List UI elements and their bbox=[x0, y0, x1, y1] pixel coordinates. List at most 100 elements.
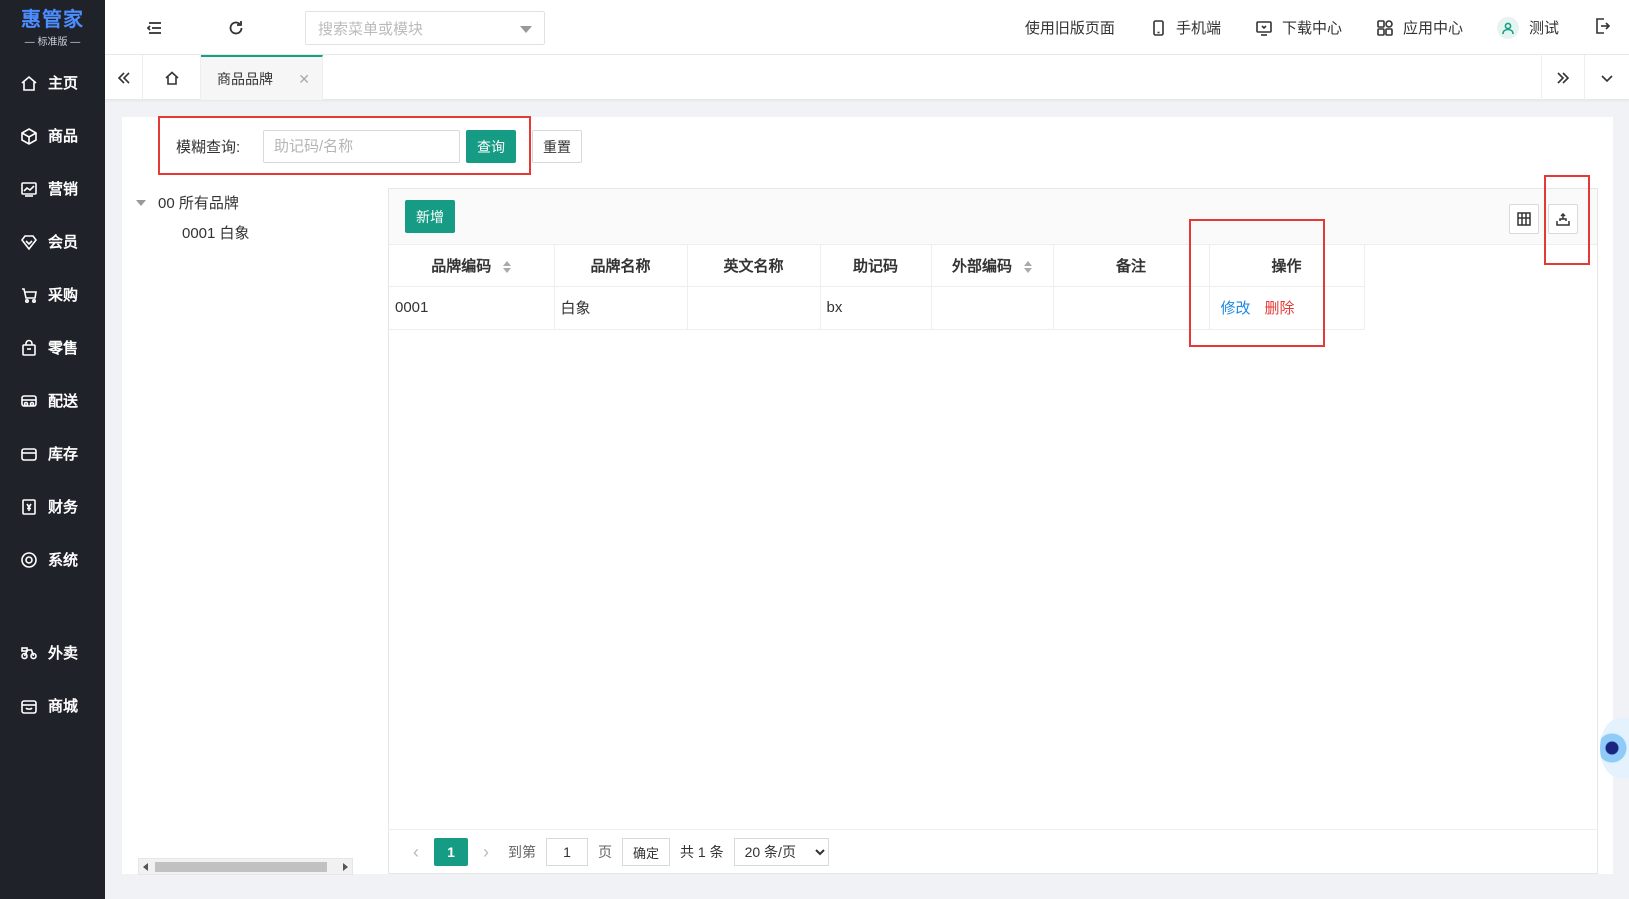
logo-subtitle: — 标准版 — bbox=[24, 36, 81, 48]
scroll-right-arrow-icon[interactable] bbox=[343, 863, 348, 871]
cell-brand-name: 白象 bbox=[554, 286, 688, 330]
export-button[interactable] bbox=[1548, 204, 1578, 234]
pagination: ‹ 1 › 到第 页 确定 共 1 条 20 条/页 bbox=[388, 829, 1598, 874]
query-button[interactable]: 查询 bbox=[466, 130, 516, 163]
sidebar-item-yen[interactable]: 财务 bbox=[0, 480, 105, 533]
column-header-label: 操作 bbox=[1271, 257, 1302, 275]
app-center-link[interactable]: 应用中心 bbox=[1376, 17, 1463, 38]
next-page-icon[interactable]: › bbox=[472, 838, 500, 866]
goto-confirm-button[interactable]: 确定 bbox=[622, 838, 671, 866]
column-header-label: 备注 bbox=[1115, 257, 1146, 275]
column-header-mnemonic: 助记码 bbox=[820, 245, 932, 287]
page-unit-label: 页 bbox=[598, 844, 612, 860]
cell-mnemonic: bx bbox=[820, 286, 932, 330]
bike-icon bbox=[20, 644, 38, 662]
cube-icon bbox=[20, 127, 38, 145]
truck-icon bbox=[20, 392, 38, 410]
logo[interactable]: 惠管家 — 标准版 — bbox=[0, 0, 105, 56]
sidebar-item-label: 外卖 bbox=[48, 645, 79, 662]
fuzzy-search-input[interactable] bbox=[263, 130, 460, 163]
cell-external-code bbox=[931, 286, 1054, 330]
tab-product-brand[interactable]: 商品品牌 ✕ bbox=[201, 55, 323, 100]
sidebar-item-home[interactable]: 主页 bbox=[0, 56, 105, 109]
sidebar-item-settings[interactable]: 系统 bbox=[0, 533, 105, 586]
chevron-down-icon bbox=[1601, 74, 1613, 82]
sidebar-item-chart[interactable]: 营销 bbox=[0, 162, 105, 215]
refresh-icon[interactable] bbox=[226, 18, 246, 38]
download-center-link[interactable]: 下载中心 bbox=[1255, 17, 1342, 38]
diamond-icon bbox=[20, 233, 38, 251]
sidebar-item-label: 采购 bbox=[48, 287, 79, 304]
column-header-external-code[interactable]: 外部编码 bbox=[931, 245, 1054, 287]
store-icon bbox=[20, 697, 38, 715]
user-avatar-icon bbox=[1496, 16, 1519, 39]
menu-search-select[interactable]: 搜索菜单或模块 bbox=[305, 11, 545, 45]
chart-icon bbox=[20, 180, 38, 198]
scroll-left-arrow-icon[interactable] bbox=[143, 863, 148, 871]
sidebar-item-cube[interactable]: 商品 bbox=[0, 109, 105, 162]
sidebar-item-cart[interactable]: 采购 bbox=[0, 268, 105, 321]
reset-button[interactable]: 重置 bbox=[532, 130, 582, 163]
tab-menu-dropdown[interactable] bbox=[1585, 55, 1629, 100]
logout-icon[interactable] bbox=[1593, 17, 1629, 38]
phone-icon bbox=[1153, 19, 1164, 36]
page-number-current[interactable]: 1 bbox=[434, 838, 468, 866]
prev-page-icon[interactable]: ‹ bbox=[402, 838, 430, 866]
sidebar-item-truck[interactable]: 配送 bbox=[0, 374, 105, 427]
settings-icon bbox=[20, 551, 38, 569]
sidebar-item-box[interactable]: 库存 bbox=[0, 427, 105, 480]
tab-home[interactable] bbox=[143, 55, 201, 100]
column-header-label: 外部编码 bbox=[951, 257, 1012, 275]
cell-english-name bbox=[687, 286, 821, 330]
monitor-icon bbox=[1256, 20, 1272, 36]
sidebar-item-diamond[interactable]: 会员 bbox=[0, 215, 105, 268]
double-chevron-left-icon bbox=[117, 71, 130, 84]
tree-horizontal-scrollbar[interactable] bbox=[138, 858, 353, 875]
tree-root[interactable]: 00 所有品牌 bbox=[136, 187, 250, 217]
sidebar-item-label: 财务 bbox=[48, 499, 79, 516]
chevron-down-icon bbox=[520, 26, 532, 33]
column-header-english-name: 英文名称 bbox=[687, 245, 821, 287]
home-icon bbox=[20, 74, 38, 92]
menu-collapse-icon[interactable] bbox=[145, 18, 165, 38]
sidebar: 惠管家 — 标准版 — 主页 商品营销会员采购零售 配送库存财务系统外卖商城 bbox=[0, 0, 105, 899]
user-menu[interactable]: 测试 bbox=[1496, 16, 1559, 39]
delete-link[interactable]: 删除 bbox=[1265, 300, 1295, 317]
bag-icon bbox=[20, 339, 38, 357]
cart-icon bbox=[20, 286, 38, 304]
close-icon[interactable]: ✕ bbox=[298, 71, 310, 88]
sidebar-item-label: 营销 bbox=[48, 181, 79, 198]
sidebar-item-label: 商城 bbox=[48, 698, 79, 715]
goto-page-input[interactable] bbox=[546, 838, 588, 866]
sort-icon[interactable] bbox=[1024, 260, 1032, 274]
tab-product-brand-label: 商品品牌 bbox=[217, 70, 273, 87]
scroll-thumb[interactable] bbox=[155, 862, 327, 872]
cell-brand-code: 0001 bbox=[389, 286, 555, 330]
table-row[interactable]: 0001 白象 bx 修改 删除 bbox=[389, 286, 1365, 330]
mobile-link[interactable]: 手机端 bbox=[1149, 17, 1221, 38]
tree-node[interactable]: 0001 白象 bbox=[136, 217, 250, 247]
column-header-label: 助记码 bbox=[852, 257, 898, 275]
column-settings-button[interactable] bbox=[1509, 204, 1539, 234]
page-size-select[interactable]: 20 条/页 bbox=[733, 838, 829, 866]
sidebar-item-label: 库存 bbox=[48, 446, 79, 463]
sidebar-item-bag[interactable]: 零售 bbox=[0, 321, 105, 374]
column-header-brand-code[interactable]: 品牌编码 bbox=[389, 245, 555, 287]
tab-scroll-right[interactable] bbox=[1541, 55, 1585, 100]
sort-icon[interactable] bbox=[503, 260, 512, 274]
edit-link[interactable]: 修改 bbox=[1221, 300, 1251, 317]
tab-scroll-left[interactable] bbox=[105, 55, 143, 100]
brand-table: 品牌编码 品牌名称 英文名称 助记码 外部编码 备注 操作 0001 白象 bx… bbox=[389, 245, 1365, 330]
sidebar-item-store[interactable]: 商城 bbox=[0, 679, 105, 732]
add-button[interactable]: 新增 bbox=[405, 200, 455, 233]
column-header-label: 英文名称 bbox=[723, 257, 784, 275]
caret-down-icon[interactable] bbox=[136, 199, 146, 206]
double-chevron-right-icon bbox=[1557, 71, 1570, 84]
sidebar-item-bike[interactable]: 外卖 bbox=[0, 626, 105, 679]
grid-toolbar: 新增 bbox=[389, 189, 1597, 245]
box-icon bbox=[20, 445, 38, 463]
brand-tree: 00 所有品牌 0001 白象 bbox=[136, 187, 250, 247]
old-version-link[interactable]: 使用旧版页面 bbox=[1025, 17, 1115, 38]
download-center-label: 下载中心 bbox=[1281, 20, 1342, 37]
yen-icon bbox=[20, 498, 38, 516]
